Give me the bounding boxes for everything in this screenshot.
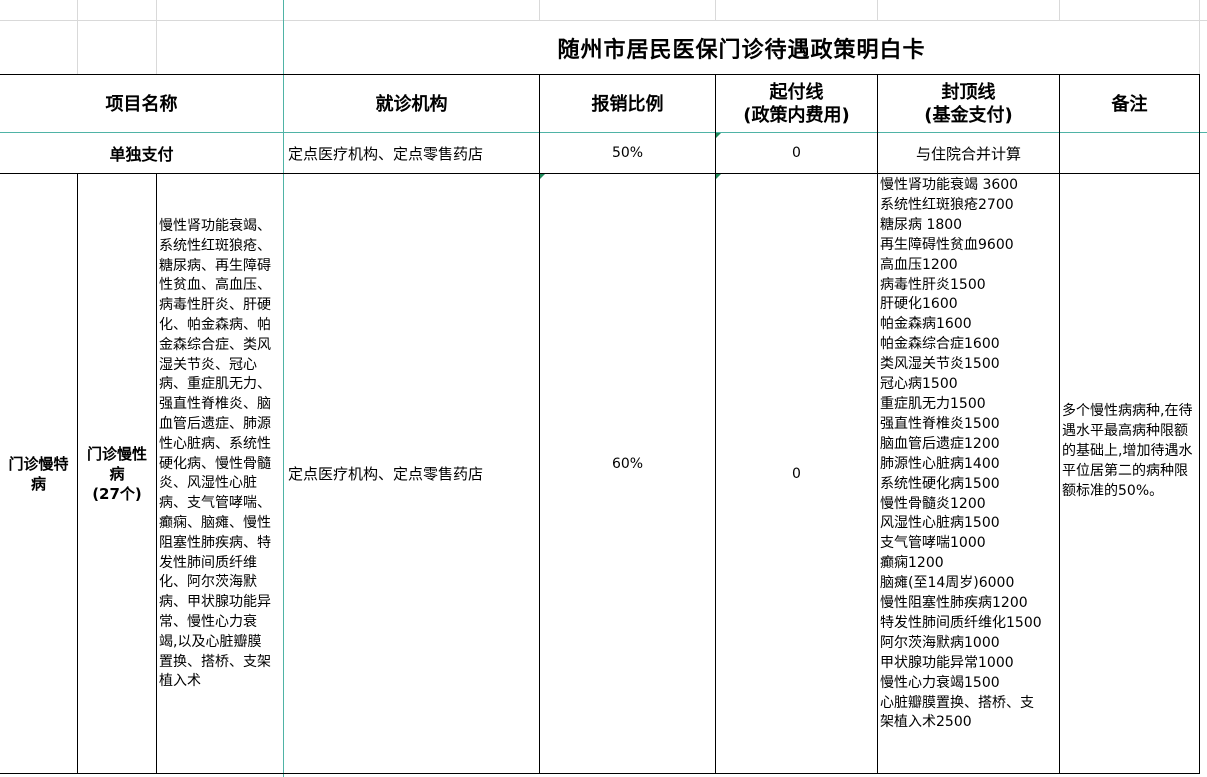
header-remarks[interactable]: 备注 [1060,75,1199,133]
header-deductible-line1: 起付线 [769,82,824,103]
sheet-title[interactable]: 随州市居民医保门诊待遇政策明白卡 [284,21,1199,74]
cap-line: 肺源性心脏病1400 [880,455,1000,472]
cap-line: 慢性心力衰竭1500 [880,674,1000,691]
cap-line: 系统性硬化病1500 [880,475,1000,492]
cap-line: 脑瘫(至14周岁)6000 [880,575,1015,592]
row-chronic-remarks[interactable]: 多个慢性病病种,在待遇水平最高病种限额的基础上,增加待遇水平位居第二的病种限额标… [1062,401,1194,501]
row-chronic-sub-line1: 门诊慢性病 [86,444,147,483]
cap-line: 架植入术2500 [880,714,972,731]
row-single-deductible[interactable]: 0 [716,133,877,173]
cap-line: 风湿性心脏病1500 [880,515,1000,532]
cap-line: 慢性阻塞性肺疾病1200 [880,595,1028,612]
row-single-name[interactable]: 单独支付 [0,133,283,173]
header-cap-line2: (基金支付) [924,105,1013,126]
cap-line: 心脏瓣膜置换、搭桥、支 [880,694,1034,711]
row-chronic-ratio[interactable]: 60% [540,174,715,754]
cap-line: 慢性骨髓炎1200 [880,495,986,512]
header-deductible[interactable]: 起付线 (政策内费用) [716,75,877,133]
cap-line: 糖尿病 1800 [880,216,963,233]
cap-line: 肝硬化1600 [880,296,958,313]
row-chronic-subcategory[interactable]: 门诊慢性病 (27个) [78,174,156,773]
cap-line: 脑血管后遗症1200 [880,435,1000,452]
cap-line: 系统性红斑狼疮2700 [880,196,1014,213]
header-ratio[interactable]: 报销比例 [540,75,715,133]
cap-line: 重症肌无力1500 [880,395,986,412]
header-deductible-line2: (政策内费用) [743,105,850,126]
row-single-ratio[interactable]: 50% [540,133,715,173]
cap-line: 帕金森病1600 [880,316,972,333]
header-cap[interactable]: 封顶线 (基金支付) [878,75,1059,133]
row-single-cap[interactable]: 与住院合并计算 [878,133,1059,173]
cap-line: 慢性肾功能衰竭 3600 [880,177,1019,193]
row-chronic-institution-text: 定点医疗机构、定点零售药店 [288,465,484,483]
header-cap-line1: 封顶线 [941,82,996,103]
row-chronic-deductible[interactable]: 0 [716,174,877,774]
cap-line: 支气管哮喘1000 [880,535,986,552]
row-chronic-category[interactable]: 门诊慢特病 [0,174,77,773]
row-chronic-institution[interactable]: 定点医疗机构、定点零售药店 [284,174,539,773]
cap-line: 特发性肺间质纤维化1500 [880,614,1042,631]
cap-line: 阿尔茨海默病1000 [880,634,1000,651]
cap-line: 癫痫1200 [880,555,944,572]
cap-line: 病毒性肝炎1500 [880,276,986,293]
row-chronic-diseases[interactable]: 慢性肾功能衰竭、系统性红斑狼疮、糖尿病、再生障碍性贫血、高血压、病毒性肝炎、肝硬… [159,217,275,692]
row-single-institution[interactable]: 定点医疗机构、定点零售药店 [284,133,539,173]
cap-line: 类风湿关节炎1500 [880,356,1000,373]
cap-line: 强直性脊椎炎1500 [880,415,1000,432]
cap-line: 高血压1200 [880,256,958,273]
cap-line: 甲状腺功能异常1000 [880,654,1014,671]
cap-line: 再生障碍性贫血9600 [880,236,1014,253]
header-item-name[interactable]: 项目名称 [0,75,283,133]
row-single-remarks[interactable] [1060,133,1199,173]
cap-line: 帕金森综合症1600 [880,336,1000,353]
row-chronic-caps[interactable]: 慢性肾功能衰竭 3600 系统性红斑狼疮2700 糖尿病 1800 再生障碍性贫血96… [880,176,1058,733]
cap-line: 冠心病1500 [880,376,958,393]
row-chronic-sub-line2: (27个) [92,484,142,503]
header-institution[interactable]: 就诊机构 [284,75,539,133]
